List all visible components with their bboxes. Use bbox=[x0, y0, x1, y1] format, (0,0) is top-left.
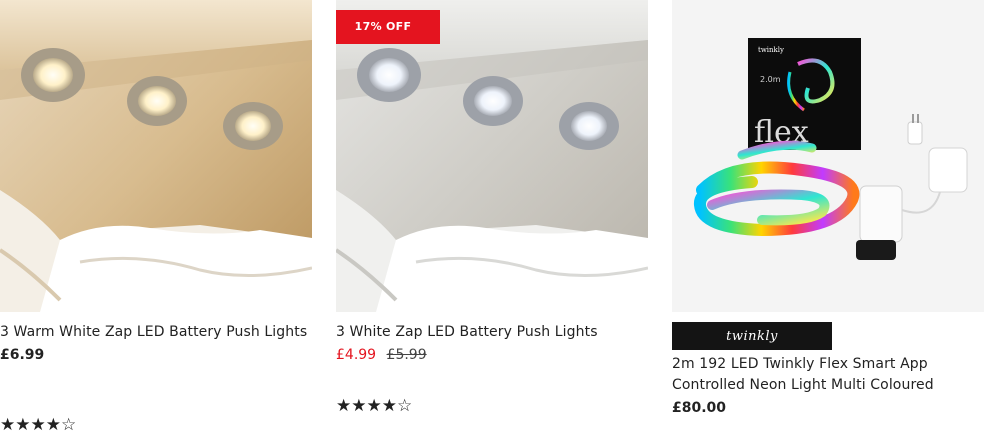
product-card[interactable]: 17% OFF 3 White Zap LED Battery Push Lig… bbox=[336, 0, 648, 441]
product-image[interactable]: 17% OFF bbox=[336, 0, 648, 312]
product-price: £6.99 bbox=[0, 347, 45, 363]
product-grid: 3 Warm White Zap LED Battery Push Lights… bbox=[0, 0, 989, 441]
brand-logo-text: twinkly bbox=[726, 328, 778, 344]
price-row: £80.00 bbox=[672, 398, 984, 418]
product-title[interactable]: 3 Warm White Zap LED Battery Push Lights bbox=[0, 322, 312, 343]
rating-stars: ★★★★☆ bbox=[336, 396, 413, 416]
sale-price: £4.99 bbox=[336, 347, 377, 363]
product-title[interactable]: 2m 192 LED Twinkly Flex Smart App Contro… bbox=[672, 354, 984, 396]
price-row: £4.99 £5.99 bbox=[336, 345, 648, 365]
product-card[interactable]: 3 Warm White Zap LED Battery Push Lights… bbox=[0, 0, 312, 441]
discount-badge: 17% OFF bbox=[336, 10, 440, 44]
box-length: 2.0m bbox=[760, 75, 781, 84]
product-card[interactable]: twinkly 2.0m flex twinkly 2m 192 LED Twi… bbox=[672, 0, 984, 441]
box-brand: twinkly bbox=[758, 46, 784, 54]
product-price: £80.00 bbox=[672, 400, 727, 416]
product-image[interactable]: twinkly 2.0m flex bbox=[672, 0, 984, 312]
product-title[interactable]: 3 White Zap LED Battery Push Lights bbox=[336, 322, 648, 343]
price-row: £6.99 bbox=[0, 345, 312, 365]
product-image[interactable] bbox=[0, 0, 312, 312]
was-price: £5.99 bbox=[386, 347, 427, 363]
rating-stars: ★★★★☆ bbox=[0, 415, 77, 435]
brand-logo[interactable]: twinkly bbox=[672, 322, 832, 350]
